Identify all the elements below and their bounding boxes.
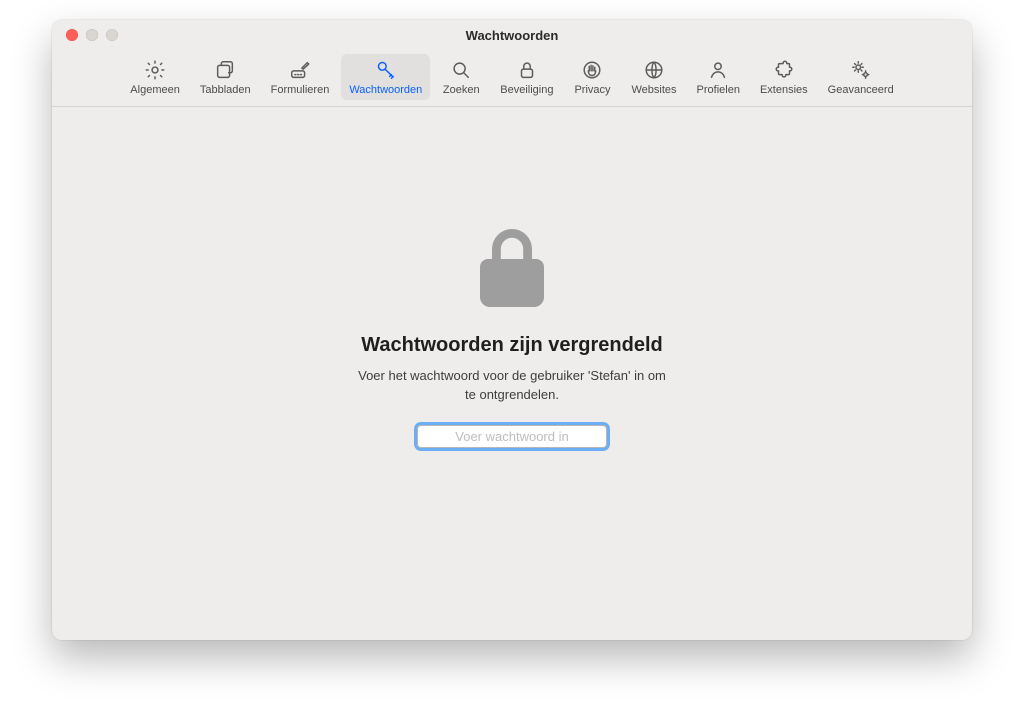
close-window-button[interactable] bbox=[66, 29, 78, 41]
tab-label: Privacy bbox=[574, 84, 610, 96]
tab-label: Formulieren bbox=[271, 84, 330, 96]
tab-privacy[interactable]: Privacy bbox=[565, 54, 619, 100]
tab-label: Geavanceerd bbox=[828, 84, 894, 96]
preferences-window: Wachtwoorden Algemeen Tabbladen Formulie… bbox=[52, 20, 972, 640]
tab-label: Tabbladen bbox=[200, 84, 251, 96]
tab-label: Beveiliging bbox=[500, 84, 553, 96]
tab-extensions[interactable]: Extensies bbox=[752, 54, 816, 100]
tab-label: Algemeen bbox=[130, 84, 180, 96]
locked-subtitle: Voer het wachtwoord voor de gebruiker 'S… bbox=[352, 367, 672, 405]
globe-icon bbox=[642, 58, 666, 82]
tab-label: Extensies bbox=[760, 84, 808, 96]
lock-large-icon bbox=[464, 219, 560, 320]
tab-label: Profielen bbox=[697, 84, 740, 96]
tab-autofill[interactable]: Formulieren bbox=[263, 54, 338, 100]
tab-search[interactable]: Zoeken bbox=[434, 54, 488, 100]
window-controls bbox=[52, 29, 118, 41]
preferences-toolbar: Algemeen Tabbladen Formulieren Wachtwoor… bbox=[52, 50, 972, 107]
tab-profiles[interactable]: Profielen bbox=[689, 54, 748, 100]
tab-passwords[interactable]: Wachtwoorden bbox=[341, 54, 430, 100]
puzzle-icon bbox=[772, 58, 796, 82]
password-input[interactable] bbox=[418, 426, 606, 447]
window-title: Wachtwoorden bbox=[52, 28, 972, 43]
tab-advanced[interactable]: Geavanceerd bbox=[820, 54, 902, 100]
minimize-window-button[interactable] bbox=[86, 29, 98, 41]
tab-security[interactable]: Beveiliging bbox=[492, 54, 561, 100]
search-icon bbox=[449, 58, 473, 82]
tab-label: Websites bbox=[631, 84, 676, 96]
locked-title: Wachtwoorden zijn vergrendeld bbox=[361, 334, 663, 357]
person-icon bbox=[706, 58, 730, 82]
tab-label: Zoeken bbox=[443, 84, 480, 96]
lock-icon bbox=[515, 58, 539, 82]
tab-tabs[interactable]: Tabbladen bbox=[192, 54, 259, 100]
locked-pane: Wachtwoorden zijn vergrendeld Voer het w… bbox=[52, 107, 972, 640]
titlebar: Wachtwoorden bbox=[52, 20, 972, 50]
password-field-wrap bbox=[417, 425, 607, 448]
gear-icon bbox=[143, 58, 167, 82]
tab-label: Wachtwoorden bbox=[349, 84, 422, 96]
pencil-field-icon bbox=[288, 58, 312, 82]
gears-icon bbox=[849, 58, 873, 82]
key-icon bbox=[374, 58, 398, 82]
tab-general[interactable]: Algemeen bbox=[122, 54, 188, 100]
tab-websites[interactable]: Websites bbox=[623, 54, 684, 100]
hand-icon bbox=[580, 58, 604, 82]
tabs-icon bbox=[213, 58, 237, 82]
zoom-window-button[interactable] bbox=[106, 29, 118, 41]
